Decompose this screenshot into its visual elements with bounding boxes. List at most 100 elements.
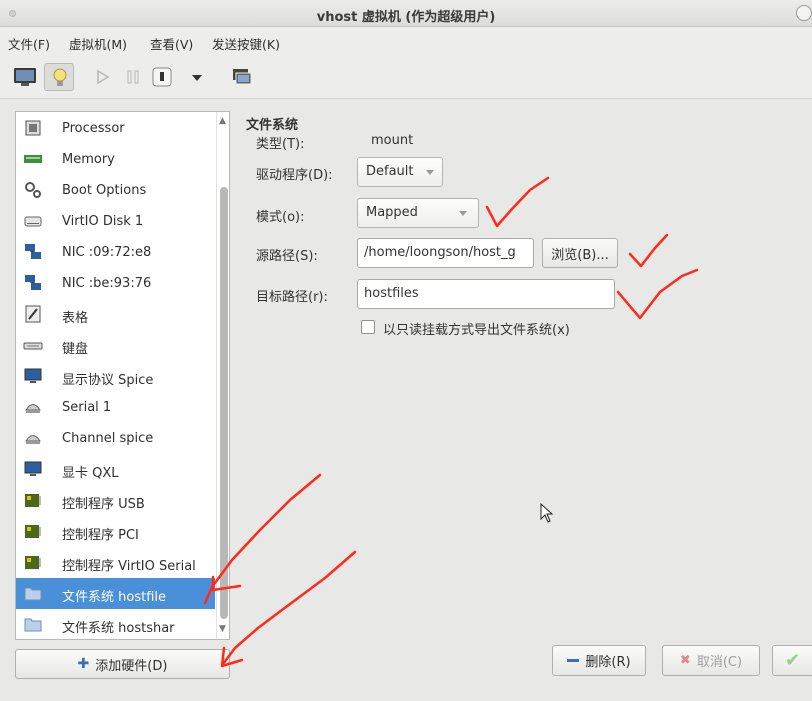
annotation-check-browse (628, 233, 669, 268)
hardware-item[interactable]: 控制程序 USB (16, 485, 215, 516)
hardware-item[interactable]: NIC :09:72:e8 (16, 237, 215, 268)
hardware-item[interactable]: Channel spice (16, 423, 215, 454)
mouse-cursor-icon (540, 503, 554, 523)
hardware-item[interactable]: 文件系统 hostfile (16, 578, 215, 609)
snapshot-icon[interactable] (230, 65, 254, 89)
cancel-button[interactable]: ✖ 取消(C) (662, 645, 760, 676)
scroll-down-icon[interactable]: ▼ (219, 624, 226, 634)
folder-icon (24, 587, 42, 601)
target-label: 目标路径(r): (256, 290, 328, 305)
hardware-list: Processor Memory Boot Options VirtIO Disk 1… (15, 111, 230, 640)
hardware-item-label: NIC :09:72:e8 (62, 245, 152, 260)
hardware-item-label: VirtIO Disk 1 (62, 214, 144, 229)
section-title: 文件系统 (246, 118, 299, 133)
menubar: 文件(F) 虚拟机(M) 查看(V) 发送按键(K) (0, 27, 812, 55)
chevron-down-icon (426, 170, 434, 175)
monitor-icon[interactable] (12, 65, 38, 89)
annotation-check-mode (485, 176, 550, 228)
target-path-input[interactable]: hostfiles (357, 279, 615, 309)
controller-icon (25, 525, 41, 538)
plus-icon: ✚ (77, 656, 90, 672)
hardware-item[interactable]: NIC :be:93:76 (16, 268, 215, 299)
memory-icon (24, 155, 42, 163)
type-label: 类型(T): (256, 137, 305, 152)
hardware-item-label: 显示协议 Spice (62, 373, 154, 388)
source-label: 源路径(S): (256, 249, 318, 264)
window-titlebar: vhost 虚拟机 (作为超级用户) (0, 0, 812, 27)
hardware-item[interactable]: 控制程序 VirtIO Serial (16, 547, 215, 578)
display-icon (24, 368, 42, 383)
driver-value: Default (366, 164, 414, 179)
tablet-icon (25, 305, 41, 323)
hardware-item-label: NIC :be:93:76 (62, 276, 152, 291)
menu-view[interactable]: 查看(V) (150, 34, 193, 53)
hardware-item-label: 显卡 QXL (62, 466, 119, 481)
hardware-item[interactable]: Processor (16, 113, 215, 144)
add-hardware-label: 添加硬件(D) (95, 658, 168, 674)
hardware-item[interactable]: VirtIO Disk 1 (16, 206, 215, 237)
type-value: mount (371, 133, 414, 148)
annotation-check-target (616, 268, 699, 320)
hardware-item[interactable]: 控制程序 PCI (16, 516, 215, 547)
hardware-item[interactable]: Serial 1 (16, 392, 215, 423)
video-icon (24, 461, 42, 476)
keyboard-icon (23, 342, 43, 350)
hardware-item-label: Processor (62, 121, 125, 136)
apply-button[interactable]: ✔ (772, 645, 812, 676)
hardware-item-label: Channel spice (62, 431, 154, 446)
source-path-input[interactable]: /home/loongson/host_g (357, 238, 534, 268)
details-toggle-button[interactable] (44, 63, 74, 91)
pause-icon[interactable] (123, 65, 143, 89)
processor-icon (25, 120, 41, 136)
hardware-item[interactable]: 表格 (16, 299, 215, 330)
toolbar (0, 55, 812, 99)
hardware-item-label: Serial 1 (62, 400, 112, 415)
hardware-item-label: 文件系统 hostshar (62, 621, 175, 636)
hardware-item-label: 控制程序 USB (62, 497, 145, 512)
controller-icon (25, 494, 41, 507)
disk-icon (24, 216, 42, 227)
delete-label: 删除(R) (585, 655, 631, 670)
boot-options-icon (25, 182, 41, 198)
scrollbar-thumb[interactable] (220, 187, 228, 619)
readonly-checkbox[interactable] (361, 320, 375, 334)
play-icon[interactable] (94, 65, 112, 89)
delete-button[interactable]: 删除(R) (552, 645, 646, 676)
menu-file[interactable]: 文件(F) (8, 34, 50, 53)
add-hardware-button[interactable]: ✚ 添加硬件(D) (15, 649, 230, 679)
scroll-up-icon[interactable]: ▲ (219, 116, 226, 126)
hardware-list-scrollbar[interactable]: ▲ ▼ (216, 112, 229, 639)
window-close-icon[interactable] (796, 5, 812, 21)
cancel-label: 取消(C) (696, 655, 743, 670)
hardware-item-label: 文件系统 hostfile (62, 590, 166, 605)
hardware-item[interactable]: 键盘 (16, 330, 215, 361)
hardware-item-label: Boot Options (62, 183, 147, 198)
channel-icon (25, 435, 41, 444)
menu-send-key[interactable]: 发送按键(K) (212, 34, 280, 53)
annotation-arrow-add (221, 550, 357, 666)
driver-combo[interactable]: Default (357, 157, 443, 187)
window-title: vhost 虚拟机 (作为超级用户) (316, 10, 496, 25)
hardware-item-label: 表格 (62, 311, 89, 326)
hardware-item[interactable]: Boot Options (16, 175, 215, 206)
hardware-item[interactable]: 显示协议 Spice (16, 361, 215, 392)
cancel-x-icon: ✖ (679, 653, 691, 668)
power-icon[interactable] (150, 65, 174, 89)
hardware-item[interactable]: Memory (16, 144, 215, 175)
hardware-item[interactable]: 显卡 QXL (16, 454, 215, 485)
hardware-item-label: 控制程序 VirtIO Serial (62, 559, 196, 574)
hardware-item[interactable]: 文件系统 hostshar (16, 609, 215, 639)
nic-icon (25, 244, 41, 259)
mode-value: Mapped (366, 205, 418, 220)
checkmark-icon: ✔ (784, 650, 801, 671)
menu-vm[interactable]: 虚拟机(M) (69, 34, 127, 53)
browse-button[interactable]: 浏览(B)... (542, 238, 618, 268)
mode-combo[interactable]: Mapped (357, 198, 479, 228)
lightbulb-icon (53, 68, 67, 86)
dropdown-arrow-icon[interactable] (190, 65, 204, 89)
chevron-down-icon (459, 211, 467, 216)
hardware-item-label: Memory (62, 152, 115, 167)
mode-label: 模式(o): (256, 210, 305, 225)
folder-icon (24, 618, 42, 632)
minus-icon (567, 659, 580, 662)
